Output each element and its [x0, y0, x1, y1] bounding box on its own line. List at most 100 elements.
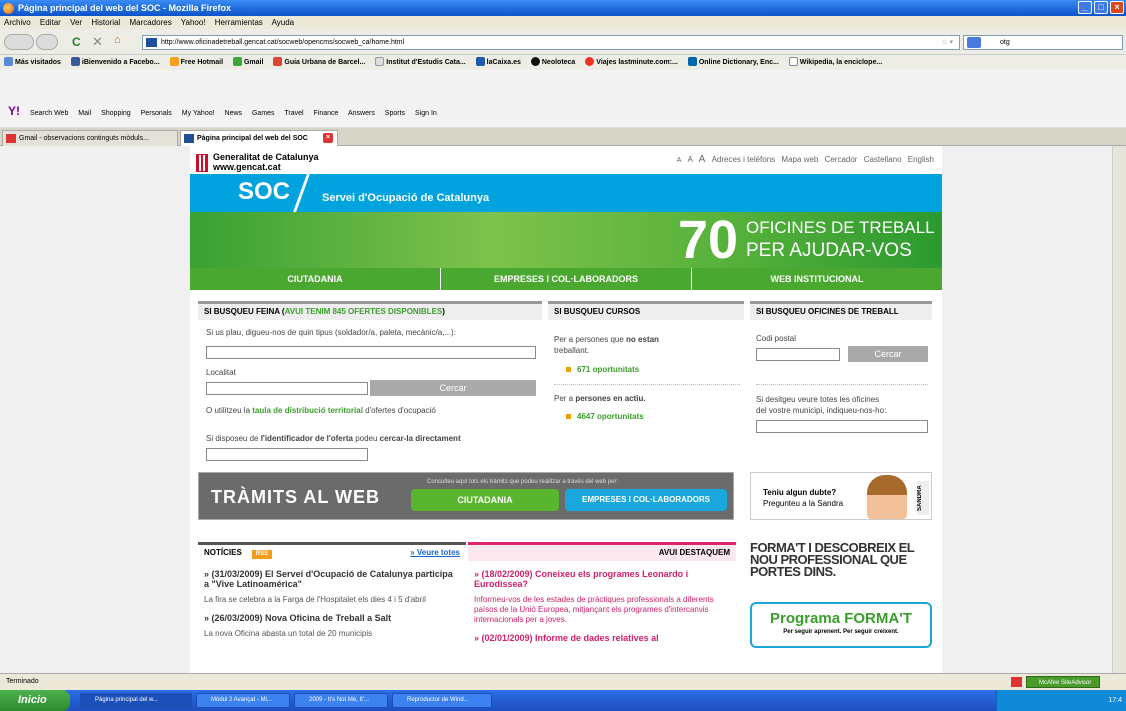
menu-yahoo[interactable]: Yahoo!: [181, 18, 206, 27]
yahoo-logo[interactable]: Y!: [8, 104, 20, 118]
maximize-button[interactable]: □: [1094, 1, 1108, 14]
menu-ver[interactable]: Ver: [70, 18, 82, 27]
google-icon[interactable]: [967, 37, 981, 48]
font-size-small[interactable]: A: [677, 157, 682, 164]
news-item-title[interactable]: » (31/03/2009) El Servei d'Ocupació de C…: [198, 569, 466, 589]
cursos-text-1: Per a persones que no estan treballant.: [554, 335, 659, 355]
sandra-help[interactable]: Teniu algun dubte? Pregunteu a la Sandra…: [750, 472, 932, 520]
yahoo-item[interactable]: Finance: [314, 110, 339, 117]
taskbar-item[interactable]: Mòdul 2 Avançat - Mi...: [196, 693, 290, 708]
taskbar-item[interactable]: 2009 - It's Not Me, It'...: [294, 693, 388, 708]
link-cercador[interactable]: Cercador: [825, 155, 858, 164]
nav-ciutadania[interactable]: CIUTADANIA: [190, 268, 441, 290]
firefox-icon: [3, 3, 14, 14]
link-castellano[interactable]: Castellano: [864, 155, 902, 164]
start-button[interactable]: Inicio: [0, 690, 70, 711]
link-english[interactable]: English: [908, 155, 934, 164]
tab-close-icon[interactable]: ×: [323, 133, 333, 143]
programa-formate-banner[interactable]: Programa FORMA'T Per seguir aprenent. Pe…: [750, 602, 932, 648]
municipi-input[interactable]: [756, 420, 928, 433]
cursos-link-1[interactable]: 671 oportunitats: [566, 365, 639, 374]
featured-item-title[interactable]: » (02/01/2009) Informe de dades relative…: [468, 633, 736, 643]
bookmark-icon: [530, 57, 540, 66]
vertical-scrollbar[interactable]: [1112, 146, 1126, 673]
font-size-medium[interactable]: A: [688, 155, 693, 164]
cursos-link-2[interactable]: 4647 oportunitats: [566, 412, 644, 421]
bookmark-item[interactable]: Guia Urbana de Barcel...: [273, 57, 365, 66]
yahoo-item[interactable]: Games: [252, 110, 275, 117]
back-button[interactable]: [4, 34, 34, 50]
bookmark-item[interactable]: laCaixa.es: [475, 57, 521, 66]
bookmark-item[interactable]: Online Dictionary, Enc...: [687, 57, 779, 66]
yahoo-item[interactable]: Answers: [348, 110, 375, 117]
featured-item-title[interactable]: » (18/02/2009) Coneixeu els programes Le…: [468, 569, 736, 589]
nav-web-institucional[interactable]: WEB INSTITUCIONAL: [692, 268, 942, 290]
tab-soc[interactable]: Pàgina principal del web del SOC ×: [180, 130, 338, 146]
forward-button[interactable]: [36, 34, 58, 50]
rss-icon[interactable]: RSS: [251, 550, 273, 559]
taskbar-item[interactable]: Reproductor de Wind...: [392, 693, 492, 708]
home-icon[interactable]: ⌂: [114, 34, 121, 46]
font-size-large[interactable]: A: [699, 154, 706, 165]
tab-gmail[interactable]: Gmail - observacions continguts mòduls..…: [2, 130, 178, 146]
address-bar[interactable]: http://www.oficinadetreball.gencat.cat/s…: [142, 35, 960, 50]
menu-archivo[interactable]: Archivo: [4, 18, 31, 27]
cercar-directament-link[interactable]: cercar-la directament: [380, 434, 461, 443]
calendar-icon[interactable]: [1011, 677, 1022, 687]
taula-link[interactable]: taula de distribució territorial: [252, 406, 363, 415]
menu-herramientas[interactable]: Herramientas: [215, 18, 263, 27]
mcafee-button[interactable]: McAfee SiteAdvisor: [1026, 676, 1100, 688]
yahoo-item[interactable]: Travel: [284, 110, 303, 117]
job-type-input[interactable]: [206, 346, 536, 359]
bookmark-item[interactable]: Free Hotmail: [169, 57, 223, 66]
star-icon[interactable]: ☆ ▾: [941, 36, 953, 49]
oferta-id-input[interactable]: [206, 448, 368, 461]
yahoo-item[interactable]: News: [225, 110, 243, 117]
bookmark-item[interactable]: Neoloteca: [530, 57, 575, 66]
yahoo-item[interactable]: Sports: [385, 110, 405, 117]
menu-historial[interactable]: Historial: [91, 18, 120, 27]
cercar-oficina-button[interactable]: Cercar: [848, 346, 928, 362]
hero-banner[interactable]: 70 OFICINES DE TREBALL PER AJUDAR-VOS: [190, 212, 942, 268]
tramits-ciutadania-button[interactable]: CIUTADANIA: [411, 489, 559, 511]
yahoo-item[interactable]: Shopping: [101, 110, 131, 117]
menu-marcadores[interactable]: Marcadores: [129, 18, 171, 27]
stop-icon[interactable]: ✕: [92, 34, 103, 50]
yahoo-item[interactable]: Sign In: [415, 110, 437, 117]
bookmark-item[interactable]: iBienvenido a Facebo...: [70, 57, 160, 66]
page-icon: [375, 57, 385, 66]
yahoo-item[interactable]: Search Web: [30, 110, 68, 117]
codi-postal-input[interactable]: [756, 348, 840, 361]
link-adreces[interactable]: Adreces i telèfons: [712, 155, 776, 164]
page-viewport: Generalitat de Catalunya www.gencat.cat …: [0, 146, 1126, 673]
gencat-logo[interactable]: Generalitat de Catalunya www.gencat.cat: [196, 152, 319, 172]
localitat-input[interactable]: [206, 382, 368, 395]
reload-icon[interactable]: C: [72, 35, 81, 49]
ofertes-link[interactable]: AVUI TENIM 845 OFERTES DISPONIBLES: [285, 307, 443, 316]
formate-promo[interactable]: FORMA'T I DESCOBREIX EL NOU PROFESSIONAL…: [750, 541, 932, 592]
bookmark-item[interactable]: Institut d'Estudis Cata...: [375, 57, 466, 66]
search-input[interactable]: otg: [963, 35, 1123, 50]
minimize-button[interactable]: _: [1078, 1, 1092, 14]
status-text: Terminado: [6, 678, 39, 685]
tramits-empreses-button[interactable]: EMPRESES I COL·LABORADORS: [565, 489, 727, 511]
menu-ayuda[interactable]: Ayuda: [272, 18, 295, 27]
veure-totes-link[interactable]: » Veure totes: [410, 545, 460, 561]
yahoo-item[interactable]: Mail: [78, 110, 91, 117]
close-button[interactable]: ×: [1110, 1, 1124, 14]
news-item-title[interactable]: » (26/03/2009) Nova Oficina de Treball a…: [198, 613, 466, 623]
link-mapa-web[interactable]: Mapa web: [781, 155, 818, 164]
yahoo-item[interactable]: Personals: [141, 110, 172, 117]
cercar-feina-button[interactable]: Cercar: [370, 380, 536, 396]
taskbar-item[interactable]: Pàgina principal del w...: [80, 693, 192, 708]
bookmark-item[interactable]: Gmail: [232, 57, 263, 66]
menu-editar[interactable]: Editar: [40, 18, 61, 27]
nav-empreses[interactable]: EMPRESES I COL·LABORADORS: [441, 268, 692, 290]
bookmark-item[interactable]: Wikipedia, la enciclope...: [788, 57, 882, 66]
tramits-title[interactable]: TRÀMITS AL WEB: [211, 487, 380, 508]
soc-logo[interactable]: SOC: [238, 178, 290, 206]
bookmark-item[interactable]: Más visitados: [4, 57, 61, 66]
bookmark-item[interactable]: Viajes lastminute.com:...: [585, 57, 678, 66]
identificador-link[interactable]: l'identificador de l'oferta: [261, 434, 353, 443]
yahoo-item[interactable]: My Yahoo!: [182, 110, 215, 117]
